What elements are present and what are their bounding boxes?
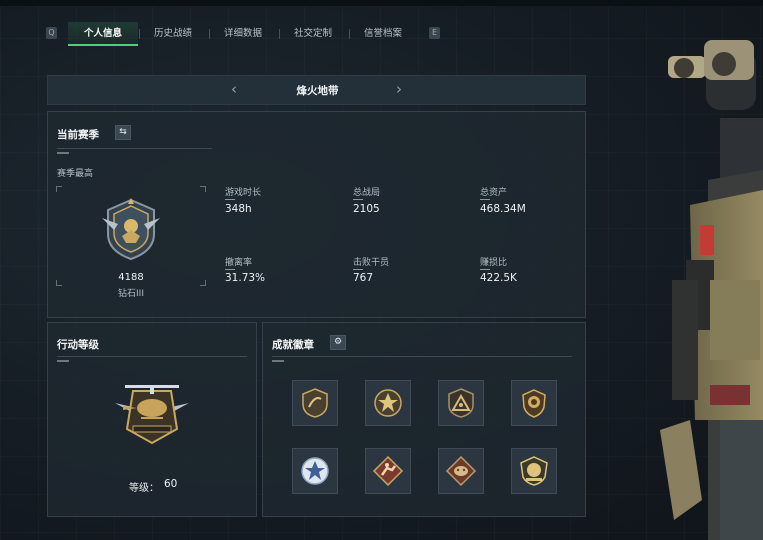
rank-frame xyxy=(56,186,206,286)
stat-extract-rate-label: 撤离率 xyxy=(225,258,253,268)
shield-badge-icon[interactable] xyxy=(292,380,338,426)
next-map-arrow[interactable]: › xyxy=(396,80,402,98)
title-dash xyxy=(57,360,69,362)
stat-dash xyxy=(480,199,490,200)
beast-badge-icon[interactable] xyxy=(438,448,484,494)
stat-total-assets-value: 468.34M xyxy=(480,203,526,215)
frame-corner xyxy=(200,280,206,286)
rank-points: 4188 xyxy=(118,272,144,283)
stat-profit-ratio-value: 422.5K xyxy=(480,272,517,284)
stat-dash xyxy=(225,269,235,270)
next-tab-key-hint[interactable]: E xyxy=(429,27,440,39)
achievement-badges-panel: 成就徽章 ⚙ xyxy=(262,322,586,517)
stat-kills-label: 击败干员 xyxy=(353,258,390,268)
tab-history-record[interactable]: 历史战绩 xyxy=(138,22,208,46)
gear-icon[interactable]: ⚙ xyxy=(330,335,346,350)
tab-bar: Q 个人信息 历史战绩 详细数据 社交定制 信誉档案 E xyxy=(46,22,442,46)
frame-corner xyxy=(56,186,62,192)
title-dash xyxy=(272,360,284,362)
stat-total-matches-value: 2105 xyxy=(353,203,380,215)
title-dash xyxy=(57,152,69,154)
tab-social-custom[interactable]: 社交定制 xyxy=(278,22,348,46)
tab-credit-profile[interactable]: 信誉档案 xyxy=(348,22,418,46)
level-value: 60 xyxy=(164,478,178,490)
stat-profit-ratio-label: 赚损比 xyxy=(480,258,508,268)
stat-dash xyxy=(353,269,363,270)
gold-emblem-badge-icon[interactable] xyxy=(511,448,557,494)
stat-kills-value: 767 xyxy=(353,272,374,284)
operation-level-panel: 行动等级 等级： 60 xyxy=(47,322,257,517)
triangle-badge-icon[interactable] xyxy=(438,380,484,426)
stat-total-matches-label: 总战局 xyxy=(353,188,381,198)
frame-corner xyxy=(56,280,62,286)
operation-level-title: 行动等级 xyxy=(57,339,99,351)
runner-badge-icon[interactable] xyxy=(365,448,411,494)
current-season-panel: 当前赛季 ⇆ 赛季最高 4188 钻石III 游戏时长 348h 总战局 210… xyxy=(47,111,586,318)
tab-detailed-data[interactable]: 详细数据 xyxy=(208,22,278,46)
achievement-title: 成就徽章 xyxy=(272,339,314,351)
stat-dash xyxy=(225,199,235,200)
star-badge-icon[interactable] xyxy=(365,380,411,426)
stat-dash xyxy=(480,269,490,270)
frame-corner xyxy=(200,186,206,192)
stat-play-time-value: 348h xyxy=(225,203,252,215)
top-strip xyxy=(0,0,763,6)
diamond-rank-icon xyxy=(102,198,160,261)
crest-badge-icon[interactable] xyxy=(511,380,557,426)
stat-dash xyxy=(353,199,363,200)
swap-arrows-icon[interactable]: ⇆ xyxy=(115,125,131,140)
level-label: 等级： xyxy=(129,483,159,494)
map-selector: ‹ 烽火地带 › xyxy=(47,75,586,105)
stat-play-time-label: 游戏时长 xyxy=(225,188,262,198)
tab-personal-info[interactable]: 个人信息 xyxy=(68,22,138,46)
season-best-label: 赛季最高 xyxy=(57,169,94,179)
blue-star-badge-icon[interactable] xyxy=(292,448,338,494)
map-title: 烽火地带 xyxy=(296,85,339,97)
rank-name: 钻石III xyxy=(118,289,144,299)
helicopter-level-icon xyxy=(115,385,189,445)
title-underline xyxy=(57,148,212,149)
stat-extract-rate-value: 31.73% xyxy=(225,272,266,284)
stat-total-assets-label: 总资产 xyxy=(480,188,508,198)
soldier-character-image xyxy=(660,40,763,540)
season-title: 当前赛季 xyxy=(57,129,99,141)
prev-tab-key-hint[interactable]: Q xyxy=(46,27,57,39)
title-underline xyxy=(272,356,572,357)
title-underline xyxy=(57,356,247,357)
